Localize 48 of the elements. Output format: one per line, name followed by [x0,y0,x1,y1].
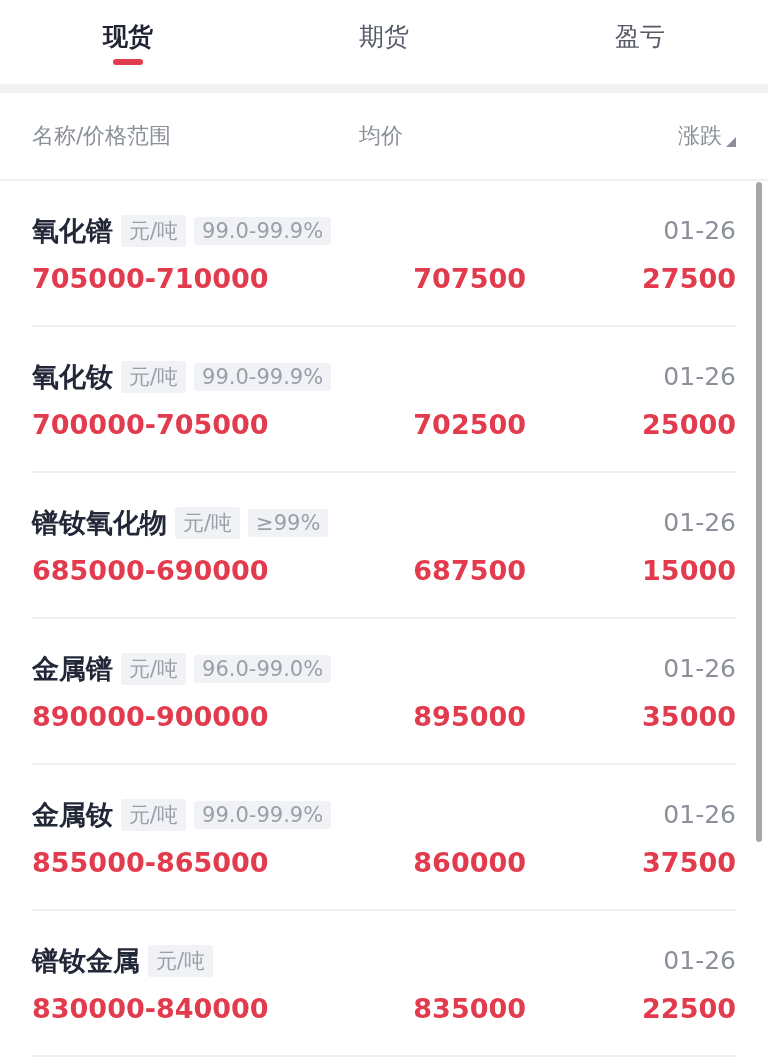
date: 01-26 [663,362,736,391]
price-change: 27500 [641,262,736,294]
price-range: 855000-865000 [32,846,270,878]
unit-tag: 元/吨 [121,214,187,247]
purity-tag: 99.0-99.9% [194,800,332,829]
purity-tag: 99.0-99.9% [194,362,332,391]
unit-tag: 元/吨 [121,652,187,685]
date: 01-26 [663,800,736,829]
average-price: 687500 [413,554,528,586]
tab[interactable]: 现货 [0,0,256,84]
tab[interactable]: 盈亏 [512,0,768,84]
average-price: 860000 [413,846,528,878]
date: 01-26 [663,508,736,537]
unit-tag: 元/吨 [148,944,214,977]
average-price: 702500 [413,408,528,440]
average-price: 835000 [413,992,528,1024]
price-change: 35000 [641,700,736,732]
price-change: 22500 [641,992,736,1024]
date: 01-26 [663,216,736,245]
product-name: 氧化钕 [32,359,113,394]
unit-tag: 元/吨 [175,506,241,539]
purity-tag: 96.0-99.0% [194,654,332,683]
column-header: 名称/价格范围 [32,122,173,150]
product-name: 金属钕 [32,797,113,832]
purity-tag: ≥99% [248,508,329,537]
sort-icon[interactable] [726,137,736,147]
tab[interactable]: 期货 [256,0,512,84]
product-name: 氧化镨 [32,213,113,248]
scrollbar[interactable] [756,182,762,842]
average-price: 707500 [413,262,528,294]
unit-tag: 元/吨 [121,798,187,831]
purity-tag: 99.0-99.9% [194,216,332,245]
price-change: 25000 [641,408,736,440]
column-header: 均价 [358,122,404,150]
unit-tag: 元/吨 [121,360,187,393]
price-range: 705000-710000 [32,262,270,294]
product-name: 镨钕金属 [32,943,140,978]
price-change: 15000 [641,554,736,586]
price-range: 890000-900000 [32,700,270,732]
product-name: 金属镨 [32,651,113,686]
price-change: 37500 [641,846,736,878]
average-price: 895000 [413,700,528,732]
price-range: 830000-840000 [32,992,270,1024]
product-name: 镨钕氧化物 [32,505,167,540]
date: 01-26 [663,946,736,975]
date: 01-26 [663,654,736,683]
price-range: 700000-705000 [32,408,270,440]
price-range: 685000-690000 [32,554,270,586]
